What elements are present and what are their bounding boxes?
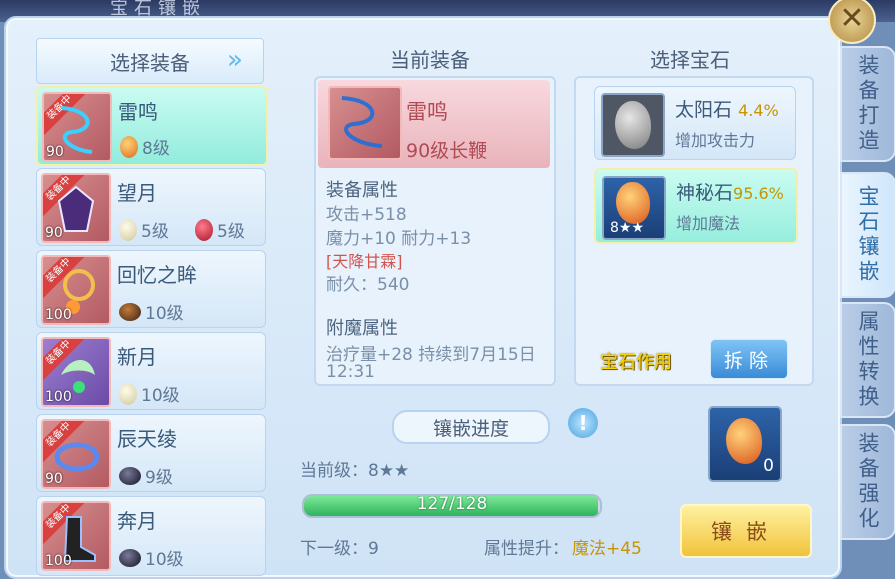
- gem-slot: 10级: [119, 299, 184, 324]
- mysterystone-icon: [726, 418, 762, 464]
- progress-value: 127/128: [416, 494, 488, 514]
- tab-equip-enhance[interactable]: 装备强化: [840, 424, 895, 540]
- dark-stone-icon: [119, 466, 141, 485]
- attr-line: 魔力+10 耐力+13: [326, 229, 472, 249]
- attr-title: 装备属性: [326, 180, 398, 201]
- current-equip-name: 雷鸣: [406, 100, 448, 124]
- attr-special: [天降甘霖]: [326, 252, 403, 271]
- sunstone-icon: [601, 93, 665, 157]
- tab-equip-forge[interactable]: 装备打造: [840, 46, 895, 162]
- double-arrow-icon[interactable]: »: [227, 45, 257, 77]
- inlay-progress-title: 镶嵌进度: [392, 410, 550, 444]
- current-equip-type: 90级长鞭: [406, 140, 488, 162]
- attr-line: 攻击+518: [326, 205, 407, 225]
- pearl-stone-icon: [119, 382, 137, 405]
- close-icon: ✕: [839, 1, 865, 36]
- gem-slot: 10级: [119, 381, 180, 406]
- tab-attr-convert[interactable]: 属性转换: [840, 302, 895, 418]
- equip-item-leiming[interactable]: 装备中 90 雷鸣 8级: [36, 86, 268, 166]
- equip-item-benyue[interactable]: 装备中 100 奔月 10级: [36, 496, 266, 576]
- next-level: 下一级：9: [300, 539, 379, 559]
- current-equip-header: 当前装备: [390, 48, 470, 72]
- gem-slot: 5级: [195, 217, 245, 242]
- charm-icon: 装备中 100: [41, 337, 111, 407]
- equip-item-huiyizhimou[interactable]: 装备中 100 回忆之眸 10级: [36, 250, 266, 328]
- orange-stone-icon: [120, 135, 138, 158]
- attr-durability: 耐久：540: [326, 275, 410, 295]
- whip-icon: 装备中 90: [42, 92, 112, 162]
- dark-stone-icon: [119, 548, 141, 567]
- progress-bar: 127/128: [302, 494, 602, 518]
- remove-button[interactable]: 拆除: [710, 339, 788, 379]
- gem-slot: 5级: [119, 217, 169, 242]
- gem-material-slot[interactable]: 0: [708, 406, 782, 482]
- enchant-line: 12:31: [326, 362, 375, 378]
- armor-icon: 装备中 90: [41, 173, 111, 243]
- red-stone-icon: [195, 218, 213, 241]
- boots-icon: 装备中 100: [41, 501, 111, 571]
- enchant-title: 附魔属性: [326, 318, 398, 339]
- equip-item-wangyue[interactable]: 装备中 90 望月 5级 5级: [36, 168, 266, 246]
- gem-select-header: 选择宝石: [650, 48, 730, 72]
- whip-icon: [328, 86, 402, 160]
- pearl-stone-icon: [119, 218, 137, 241]
- equip-item-xinyue[interactable]: 装备中 100 新月 10级: [36, 332, 266, 410]
- current-level: 当前级：8★★: [300, 461, 410, 481]
- brown-stone-icon: [119, 302, 141, 321]
- equip-item-chentianling[interactable]: 装备中 90 辰天绫 9级: [36, 414, 266, 492]
- gem-card-sunstone[interactable]: 太阳石 4.4% 增加攻击力: [594, 86, 796, 160]
- boost-value: 魔法+45: [572, 539, 642, 559]
- sash-icon: 装备中 90: [41, 419, 111, 489]
- info-icon[interactable]: !: [568, 408, 598, 438]
- close-button[interactable]: ✕: [828, 0, 876, 44]
- gem-effect-link[interactable]: 宝石作用: [600, 348, 672, 374]
- gem-slot: 10级: [119, 545, 184, 570]
- gem-slot: 9级: [119, 463, 173, 488]
- equip-list-header: 选择装备 »: [36, 38, 264, 84]
- boost-label: 属性提升：: [484, 539, 569, 559]
- gem-card-mysterystone[interactable]: 8★★ 神秘石95.6% 增加魔法: [594, 168, 798, 244]
- inlay-button[interactable]: 镶嵌: [680, 504, 812, 558]
- tab-gem-inlay[interactable]: 宝石镶嵌: [840, 172, 895, 298]
- mysterystone-icon: 8★★: [602, 176, 666, 240]
- amulet-icon: 装备中 100: [41, 255, 111, 325]
- gem-slot: 8级: [120, 134, 170, 159]
